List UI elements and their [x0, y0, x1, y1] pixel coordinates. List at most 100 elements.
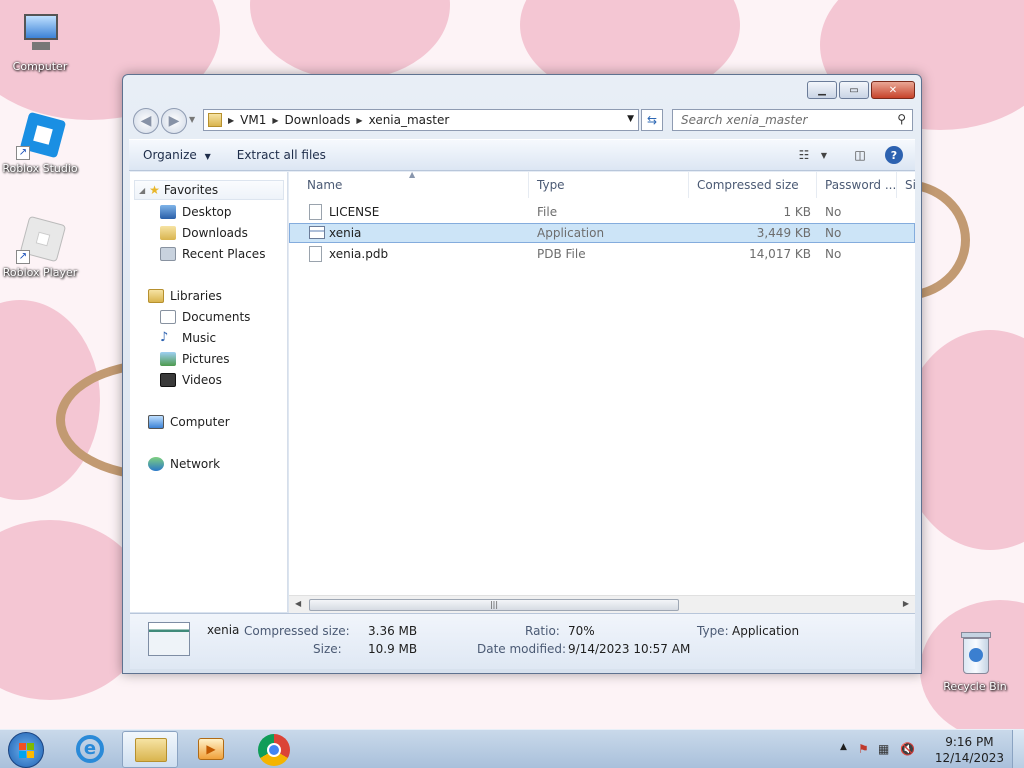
- file-compressed-size: 1 KB: [783, 205, 811, 219]
- videos-icon: [160, 373, 176, 387]
- details-type-value: Application: [732, 624, 800, 638]
- file-password: No: [825, 247, 842, 261]
- forward-button[interactable]: ▶: [161, 108, 187, 134]
- clock-date: 12/14/2023: [934, 751, 1004, 765]
- close-button[interactable]: ✕: [871, 81, 915, 99]
- taskbar-windows-explorer[interactable]: [122, 731, 178, 768]
- details-file-name: xenia: [207, 623, 240, 637]
- recent-places-icon: [160, 247, 176, 261]
- nav-downloads[interactable]: Downloads: [160, 223, 248, 243]
- scroll-right-icon[interactable]: ▶: [903, 599, 909, 608]
- nav-computer[interactable]: Computer: [148, 412, 230, 432]
- scroll-left-icon[interactable]: ◀: [295, 599, 301, 608]
- file-icon: [309, 204, 322, 220]
- nav-documents[interactable]: Documents: [160, 307, 250, 327]
- maximize-button[interactable]: ▭: [839, 81, 869, 99]
- refresh-button[interactable]: ⇆: [641, 109, 663, 131]
- recycle-bin-icon: [951, 630, 999, 678]
- file-type: PDB File: [537, 247, 586, 261]
- back-button[interactable]: ◀: [133, 108, 159, 134]
- file-password: No: [825, 226, 842, 240]
- show-hidden-icons-button[interactable]: ▲: [840, 742, 847, 752]
- windows-logo-icon-part: [19, 751, 26, 758]
- clock[interactable]: 9:16 PM 12/14/2023: [935, 734, 1004, 766]
- taskbar-media-player[interactable]: ▶: [184, 731, 240, 768]
- horizontal-scrollbar[interactable]: ◀ ||| ▶: [289, 595, 915, 613]
- search-icon: ⚲: [897, 112, 906, 126]
- application-thumbnail-icon: [148, 622, 190, 656]
- help-button[interactable]: ?: [881, 144, 907, 166]
- action-center-icon[interactable]: ⚑: [858, 742, 869, 756]
- preview-pane-button[interactable]: ◫: [847, 144, 873, 166]
- navigation-bar: ◀ ▶ ▼ ▶ VM1 ▶ Downloads ▶ xenia_master ▼…: [131, 105, 913, 135]
- desktop-icon-label: Computer: [12, 60, 68, 73]
- nav-recent-places[interactable]: Recent Places: [160, 244, 265, 264]
- network-icon: [148, 457, 164, 471]
- clock-time: 9:16 PM: [945, 735, 994, 749]
- details-type-label: Type:: [697, 624, 729, 638]
- file-icon: [309, 246, 322, 262]
- window-controls: ▁ ▭ ✕: [807, 81, 915, 99]
- view-options-button[interactable]: ☷: [791, 144, 817, 166]
- scrollbar-thumb[interactable]: |||: [309, 599, 679, 611]
- desktop-icon-roblox-studio[interactable]: ↗ Roblox Studio: [0, 111, 80, 175]
- network-status-icon[interactable]: ▦: [878, 742, 889, 756]
- nav-desktop[interactable]: Desktop: [160, 202, 232, 222]
- address-dropdown-icon[interactable]: ▼: [627, 114, 634, 124]
- address-bar[interactable]: ▶ VM1 ▶ Downloads ▶ xenia_master ▼: [203, 109, 639, 131]
- nav-videos[interactable]: Videos: [160, 370, 222, 390]
- desktop-icon-roblox-player[interactable]: ↗ Roblox Player: [0, 215, 80, 279]
- nav-label: Videos: [182, 373, 222, 387]
- nav-music[interactable]: ♪ Music: [160, 328, 216, 348]
- nav-network[interactable]: Network: [148, 454, 220, 474]
- details-modified-label: Date modified:: [477, 642, 567, 656]
- organize-button[interactable]: Organize ▼: [129, 148, 223, 162]
- column-header-password[interactable]: Password ...: [817, 172, 897, 198]
- show-desktop-button[interactable]: [1012, 730, 1024, 768]
- desktop-icon-label: Roblox Player: [2, 266, 78, 279]
- desktop-icon-computer[interactable]: Computer: [0, 10, 80, 73]
- table-row-selected[interactable]: xenia Application 3,449 KB No: [289, 223, 915, 243]
- file-name: xenia.pdb: [329, 247, 389, 261]
- extract-all-files-button[interactable]: Extract all files: [223, 148, 338, 162]
- taskbar: e ▶ ▲ ⚑ ▦ 🔇 9:16 PM 12/14/2023: [0, 729, 1024, 768]
- windows-logo-icon-part: [27, 751, 34, 758]
- table-row[interactable]: xenia.pdb PDB File 14,017 KB No: [289, 244, 915, 264]
- recent-pages-dropdown[interactable]: ▼: [189, 115, 195, 124]
- breadcrumb-downloads[interactable]: Downloads: [281, 113, 355, 127]
- file-name: LICENSE: [329, 205, 380, 219]
- column-header-size[interactable]: Si: [897, 172, 915, 198]
- column-header-type[interactable]: Type: [529, 172, 689, 198]
- desktop-icon-recycle-bin[interactable]: Recycle Bin: [935, 630, 1015, 693]
- taskbar-chrome[interactable]: [246, 731, 302, 768]
- media-player-icon: ▶: [198, 738, 224, 760]
- shortcut-arrow-icon: ↗: [16, 146, 30, 160]
- breadcrumb-vm1[interactable]: VM1: [236, 113, 270, 127]
- desktop-icon: [160, 205, 176, 219]
- start-button[interactable]: [8, 732, 44, 768]
- details-modified-value: 9/14/2023 10:57 AM: [568, 642, 691, 656]
- breadcrumb-xenia-master[interactable]: xenia_master: [365, 113, 454, 127]
- nav-favorites[interactable]: ◢ ★ Favorites: [134, 180, 284, 200]
- search-input[interactable]: Search xenia_master ⚲: [672, 109, 913, 131]
- downloads-folder-icon: [160, 226, 176, 240]
- help-icon: ?: [885, 146, 903, 164]
- volume-muted-icon[interactable]: 🔇: [900, 742, 915, 756]
- chevron-right-icon: ▶: [272, 115, 279, 125]
- computer-icon: [16, 10, 64, 58]
- details-ratio-label: Ratio:: [525, 624, 560, 638]
- nav-libraries[interactable]: Libraries: [148, 286, 222, 306]
- internet-explorer-icon: e: [76, 735, 104, 763]
- file-password: No: [825, 205, 842, 219]
- minimize-button[interactable]: ▁: [807, 81, 837, 99]
- nav-pictures[interactable]: Pictures: [160, 349, 230, 369]
- file-compressed-size: 14,017 KB: [749, 247, 811, 261]
- details-size-label: Size:: [313, 642, 342, 656]
- chevron-right-icon: ▶: [356, 115, 363, 125]
- column-header-compressed-size[interactable]: Compressed size: [689, 172, 817, 198]
- file-type: File: [537, 205, 558, 219]
- taskbar-internet-explorer[interactable]: e: [62, 731, 118, 768]
- details-compressed-label: Compressed size:: [244, 624, 350, 638]
- view-dropdown-icon[interactable]: ▼: [817, 144, 831, 166]
- table-row[interactable]: LICENSE File 1 KB No: [289, 202, 915, 222]
